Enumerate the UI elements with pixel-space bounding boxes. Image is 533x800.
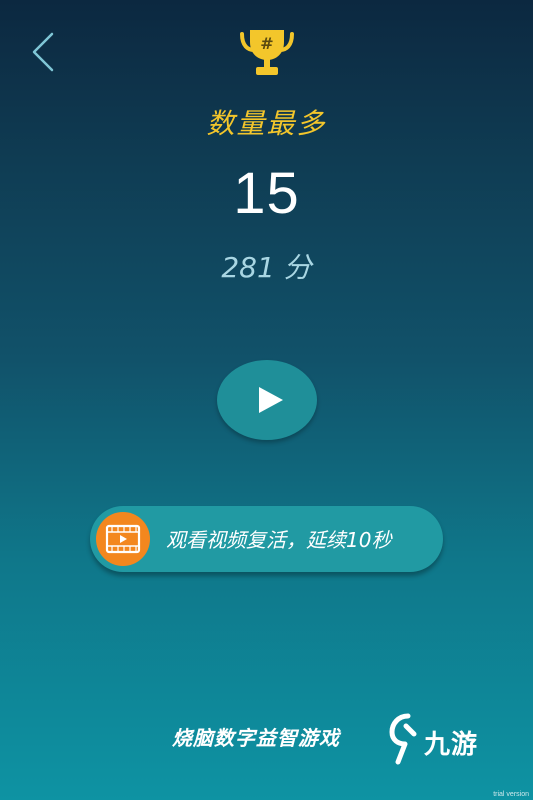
play-icon — [259, 387, 283, 413]
play-button[interactable] — [217, 360, 317, 440]
mode-title: 数量最多 — [206, 107, 327, 140]
trophy-symbol: # — [260, 34, 274, 53]
score-count: 15 — [233, 161, 300, 226]
revive-button-label: 观看视频复活，延续10秒 — [166, 528, 392, 552]
score-points: 281 分 — [221, 251, 312, 284]
game-result-screen: # 数量最多 15 281 分 观看视频复活，延续10秒 烧脑数字益智游戏 九游… — [0, 0, 533, 800]
trophy-icon: # — [238, 28, 296, 80]
watch-video-revive-button[interactable]: 观看视频复活，延续10秒 — [90, 506, 443, 572]
game-tagline: 烧脑数字益智游戏 — [172, 726, 340, 750]
chevron-left-icon — [32, 32, 54, 72]
back-button[interactable] — [26, 30, 66, 74]
brand-logo: 九游 — [388, 712, 500, 768]
brand-name: 九游 — [424, 730, 479, 760]
video-icon — [96, 512, 150, 566]
watermark: trial version — [493, 791, 529, 798]
brand-mark-icon — [389, 713, 417, 765]
